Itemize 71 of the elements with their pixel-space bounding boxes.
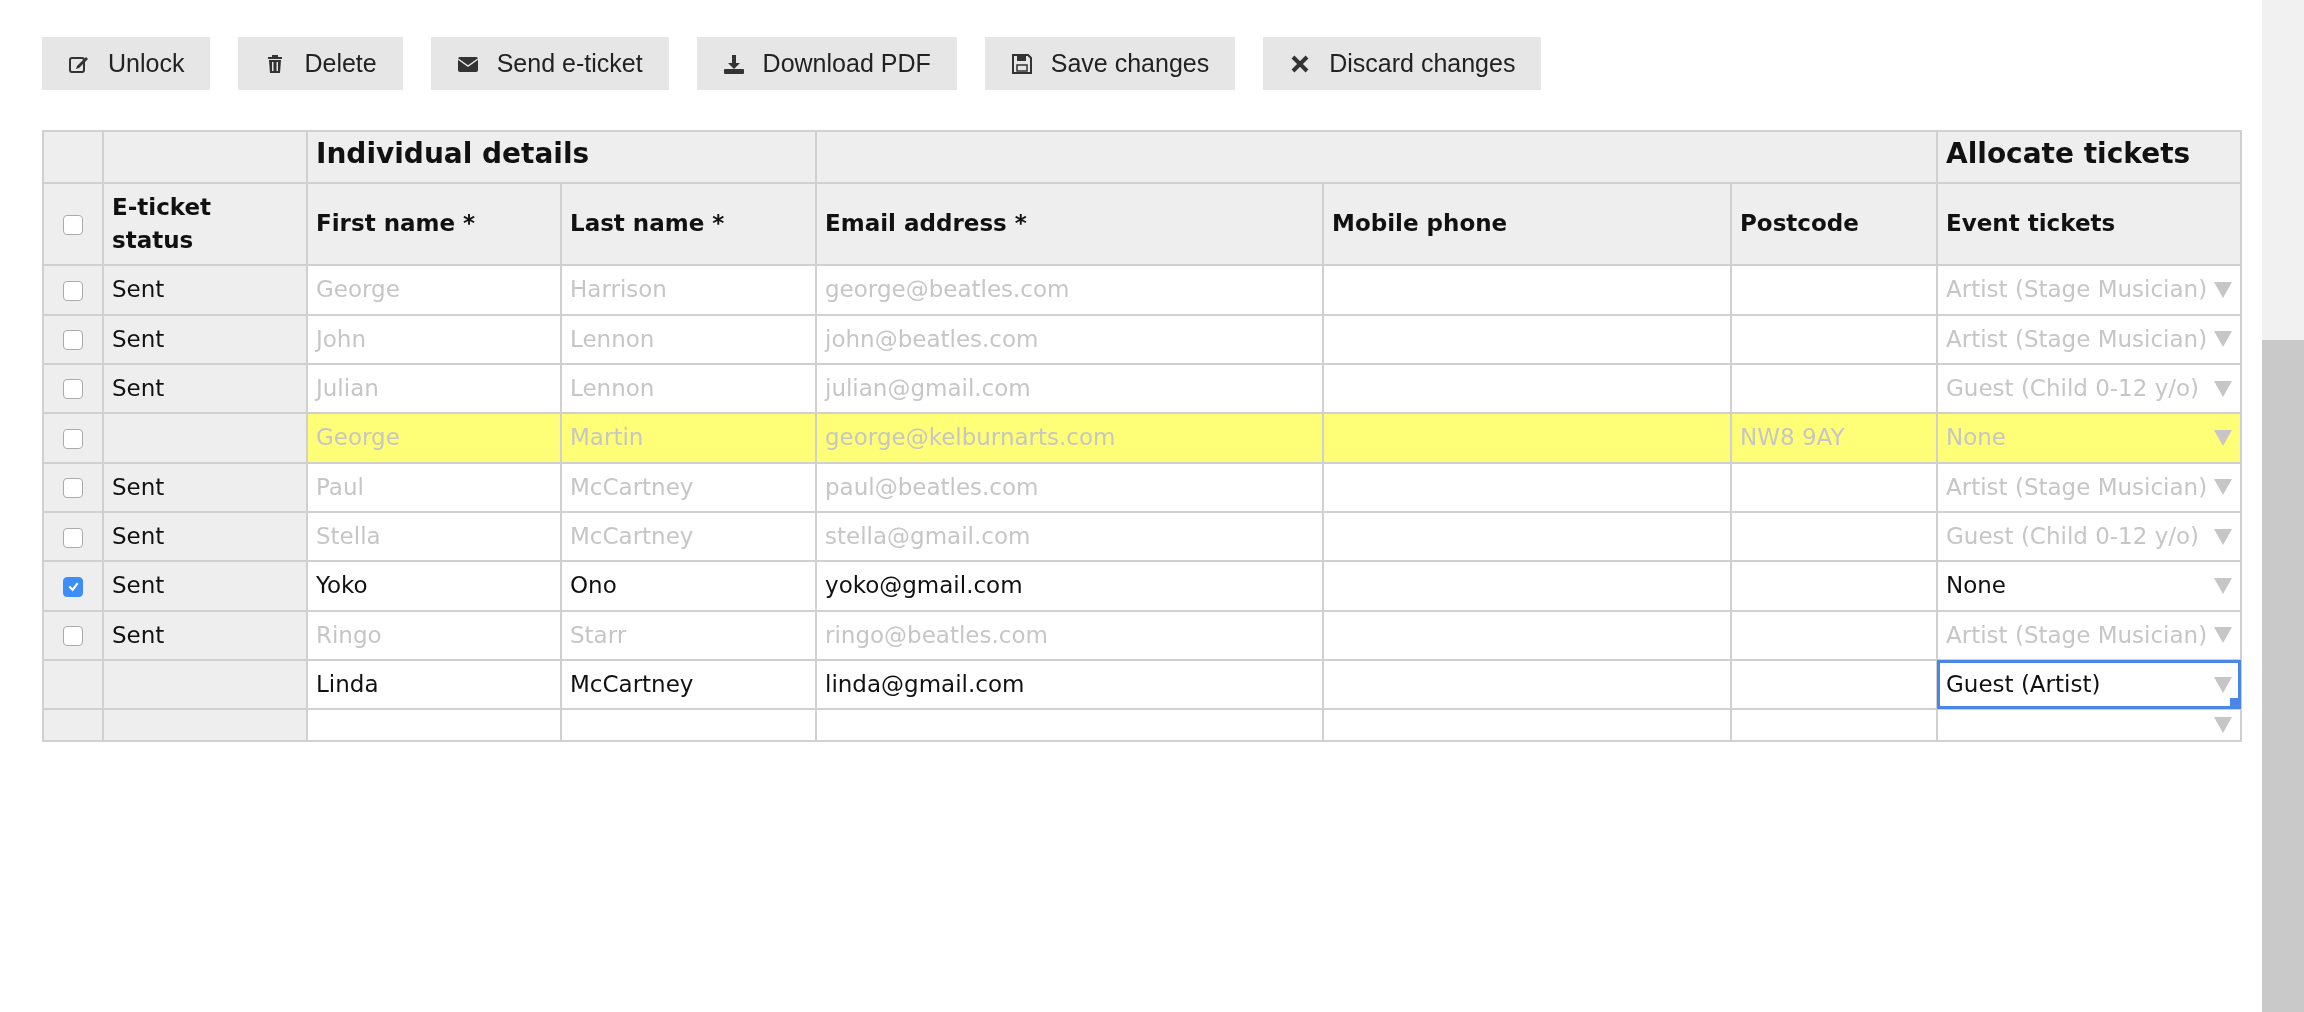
table-cell: george@kelburnarts.com: [816, 413, 1323, 463]
caret-icon: [2214, 578, 2232, 594]
table-row[interactable]: [43, 709, 2241, 742]
caret-icon: [2214, 430, 2232, 446]
ticket-dropdown[interactable]: [1937, 709, 2241, 742]
table-cell: George: [307, 413, 561, 463]
download-icon: [722, 52, 745, 75]
table-cell: Sent: [103, 512, 307, 562]
caret-icon: [2214, 627, 2232, 644]
column-header: First name *: [307, 182, 561, 266]
table-cell: Sent: [103, 363, 307, 414]
table-cell: Martin: [561, 413, 816, 463]
toolbar-button[interactable]: Download PDF: [696, 37, 957, 90]
caret-icon: [2214, 380, 2232, 397]
column-header: Event tickets: [1937, 182, 2241, 266]
ticket-dropdown[interactable]: None: [1937, 561, 2241, 611]
toolbar-button[interactable]: Unlock: [42, 37, 211, 90]
table-row[interactable]: Sent Yoko Ono yoko@gmail.com None: [43, 561, 2241, 611]
table-cell: Ono: [561, 561, 816, 611]
table-cell: Yoko: [307, 561, 561, 611]
caret-icon: [2214, 528, 2232, 545]
column-header: E-ticket status: [103, 182, 307, 266]
table-cell: yoko@gmail.com: [816, 561, 1323, 611]
table-cell: Sent: [103, 561, 307, 611]
caret-icon: [2214, 717, 2232, 734]
table-cell: NW8 9AY: [1731, 413, 1937, 463]
table-cell: Sent: [103, 265, 307, 315]
table-row[interactable]: Sent Stella McCartney stella@gmail.com Guest (Child 0-12 y/o): [43, 512, 2241, 562]
group-header: Allocate tickets: [1937, 131, 2241, 183]
checkbox[interactable]: [63, 626, 83, 647]
table-row[interactable]: Linda McCartney linda@gmail.com Guest (Artist): [43, 660, 2241, 710]
toolbar-button[interactable]: Save changes: [984, 37, 1236, 90]
save-icon: [1010, 52, 1033, 75]
caret-icon: [2214, 676, 2232, 693]
column-header: Mobile phone: [1323, 182, 1731, 266]
table-row[interactable]: Sent George Harrison george@beatles.com Artist (Stage Musician): [43, 265, 2241, 315]
checkbox[interactable]: [63, 379, 83, 400]
table-cell: Harrison: [561, 265, 816, 315]
column-header: Email address *: [816, 182, 1323, 266]
checkbox[interactable]: [63, 527, 83, 548]
caret-icon: [2214, 281, 2232, 298]
caret-icon: [2214, 331, 2232, 348]
table-row[interactable]: Sent Julian Lennon julian@gmail.com Guest (Child 0-12 y/o): [43, 363, 2241, 414]
table-row[interactable]: Sent Paul McCartney paul@beatles.com Artist (Stage Musician): [43, 462, 2241, 512]
scrollbar[interactable]: [2262, 0, 2304, 1012]
table-row[interactable]: Sent Ringo Starr ringo@beatles.com Artist (Stage Musician): [43, 610, 2241, 661]
table-cell: Sent: [103, 610, 307, 661]
toolbar-button[interactable]: Discard changes: [1263, 37, 1542, 90]
table-cell: George: [307, 265, 561, 315]
checkbox[interactable]: [63, 330, 83, 351]
table-cell: george@beatles.com: [816, 265, 1323, 315]
column-header: Postcode: [1731, 182, 1937, 266]
table-cell: Lennon: [561, 314, 816, 364]
toolbar-button[interactable]: Send e-ticket: [430, 37, 669, 90]
table-row[interactable]: Sent John Lennon john@beatles.com Artist (Stage Musician): [43, 314, 2241, 364]
caret-icon: [2214, 479, 2232, 496]
checkbox[interactable]: [63, 576, 83, 597]
ticket-dropdown[interactable]: Guest (Artist): [1937, 660, 2241, 710]
fill-handle[interactable]: [2230, 698, 2240, 709]
checkbox[interactable]: [63, 428, 83, 449]
toolbar-button[interactable]: Delete: [238, 37, 403, 90]
checkbox[interactable]: [63, 478, 83, 499]
column-header: Last name *: [561, 182, 816, 266]
table-cell: John: [307, 314, 561, 364]
scrollbar-thumb[interactable]: [2262, 340, 2304, 1012]
table-cell: Sent: [103, 462, 307, 512]
checkbox[interactable]: [63, 214, 83, 235]
group-header: Individual details: [307, 131, 816, 183]
table-cell: Sent: [103, 314, 307, 364]
checkbox[interactable]: [63, 280, 83, 301]
table-cell: john@beatles.com: [816, 314, 1323, 364]
